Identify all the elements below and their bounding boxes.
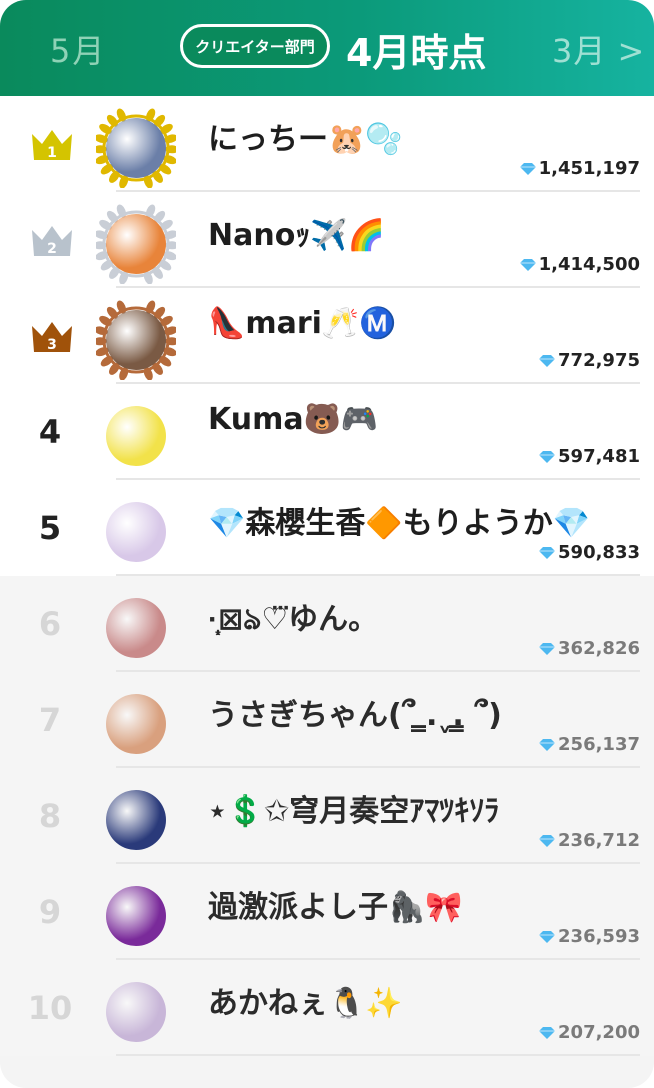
rank-number: 8 [38, 797, 62, 835]
ranking-row[interactable]: 5 💎森櫻生香🔶もりようか💎 590,833 [0, 480, 654, 576]
score: 236,593 [538, 926, 640, 947]
creator-name: Nanoｯ✈️🌈 [208, 218, 386, 253]
diamond-icon [539, 834, 556, 847]
rank-number: 7 [38, 701, 62, 739]
avatar-image [106, 118, 166, 178]
diamond-icon [539, 642, 556, 655]
diamond-icon [539, 546, 556, 559]
rank-number: 9 [38, 893, 62, 931]
ranking-row[interactable]: 7 うさぎちゃん(՞ ̳.ˬ.̳ ՞) 256,137 [0, 672, 654, 768]
ranking-row[interactable]: 1 にっちー🐹🫧 1,451,197 [0, 96, 654, 192]
creator-name: あかねぇ🐧✨ [208, 986, 403, 1021]
score: 362,826 [538, 638, 640, 659]
score-value: 772,975 [558, 350, 640, 371]
rank-number: 5 [38, 509, 62, 547]
ranking-row[interactable]: 2 Nanoｯ✈️🌈 1,414,500 [0, 192, 654, 288]
category-badge[interactable]: クリエイター部門 [180, 24, 330, 68]
crown-icon: 3 [32, 322, 72, 353]
score-value: 597,481 [558, 446, 640, 467]
diamond-icon [519, 258, 536, 271]
ranking-row[interactable]: 3 👠mari🥂Ⓜ️ 772,975 [0, 288, 654, 384]
avatar[interactable] [96, 108, 176, 188]
score: 597,481 [538, 446, 640, 467]
diamond-icon [539, 450, 556, 463]
prev-month-tab[interactable]: 5月 [50, 26, 106, 72]
diamond-icon [539, 738, 556, 751]
score-value: 236,712 [558, 830, 640, 851]
ranking-row[interactable]: 10 あかねぇ🐧✨ 207,200 [0, 960, 654, 1056]
score-value: 362,826 [558, 638, 640, 659]
avatar[interactable] [96, 204, 176, 284]
diamond-icon [519, 162, 536, 175]
ranking-row[interactable]: 4 Kuma🐻🎮 597,481 [0, 384, 654, 480]
score: 256,137 [538, 734, 640, 755]
score-value: 236,593 [558, 926, 640, 947]
avatar-image [106, 406, 166, 466]
rank-number: 1 [47, 145, 57, 161]
avatar-image [106, 982, 166, 1042]
avatar-image [106, 214, 166, 274]
ranking-row[interactable]: 8 ⋆💲✩穹月奏空ｱﾏﾂｷｿﾗ 236,712 [0, 768, 654, 864]
creator-name: 過激派よし子🦍🎀 [208, 890, 463, 925]
score-value: 1,414,500 [538, 254, 640, 275]
avatar-image [106, 502, 166, 562]
diamond-icon [539, 1026, 556, 1039]
avatar-image [106, 790, 166, 850]
ranking-header: 5月 クリエイター部門 4月時点 3月 > [0, 0, 654, 96]
rank-number: 2 [47, 241, 57, 257]
avatar[interactable] [96, 492, 176, 572]
rank-number: 6 [38, 605, 62, 643]
score: 772,975 [538, 350, 640, 371]
score-value: 590,833 [558, 542, 640, 563]
score: 590,833 [538, 542, 640, 563]
rank-number: 10 [27, 989, 73, 1027]
avatar-image [106, 694, 166, 754]
score: 207,200 [538, 1022, 640, 1043]
creator-name: ⋆💲✩穹月奏空ｱﾏﾂｷｿﾗ [208, 794, 500, 829]
score: 236,712 [538, 830, 640, 851]
ranking-row[interactable]: 9 過激派よし子🦍🎀 236,593 [0, 864, 654, 960]
creator-name: うさぎちゃん(՞ ̳.ˬ.̳ ՞) [208, 698, 502, 733]
avatar[interactable] [96, 396, 176, 476]
avatar-image [106, 886, 166, 946]
creator-name: ·̩͙⊠ঌ♡⃛ゆん。 [208, 602, 379, 637]
rank-number: 3 [47, 337, 57, 353]
avatar[interactable] [96, 780, 176, 860]
crown-icon: 1 [32, 130, 72, 161]
avatar[interactable] [96, 588, 176, 668]
avatar-image [106, 310, 166, 370]
rank-number: 4 [38, 413, 62, 451]
current-month-title: 4月時点 [346, 31, 487, 75]
diamond-icon [539, 930, 556, 943]
ranking-row[interactable]: 6 ·̩͙⊠ঌ♡⃛ゆん。 362,826 [0, 576, 654, 672]
avatar[interactable] [96, 876, 176, 956]
next-month-tab[interactable]: 3月 > [552, 26, 645, 72]
avatar-image [106, 598, 166, 658]
avatar[interactable] [96, 300, 176, 380]
score: 1,414,500 [519, 254, 640, 275]
score-value: 1,451,197 [538, 158, 640, 179]
avatar[interactable] [96, 684, 176, 764]
crown-icon: 2 [32, 226, 72, 257]
avatar[interactable] [96, 972, 176, 1052]
ranking-card: 5月 クリエイター部門 4月時点 3月 > 1 にっちー🐹🫧 1,451,197… [0, 0, 654, 1088]
score-value: 207,200 [558, 1022, 640, 1043]
creator-name: Kuma🐻🎮 [208, 402, 379, 437]
creator-name: 💎森櫻生香🔶もりようか💎 [208, 506, 591, 541]
ranking-list: 1 にっちー🐹🫧 1,451,197 2 Nanoｯ✈️🌈 1,414,500 … [0, 96, 654, 1056]
creator-name: にっちー🐹🫧 [208, 122, 403, 157]
score-value: 256,137 [558, 734, 640, 755]
diamond-icon [539, 354, 556, 367]
row-divider [116, 1054, 640, 1056]
score: 1,451,197 [519, 158, 640, 179]
creator-name: 👠mari🥂Ⓜ️ [208, 306, 397, 341]
